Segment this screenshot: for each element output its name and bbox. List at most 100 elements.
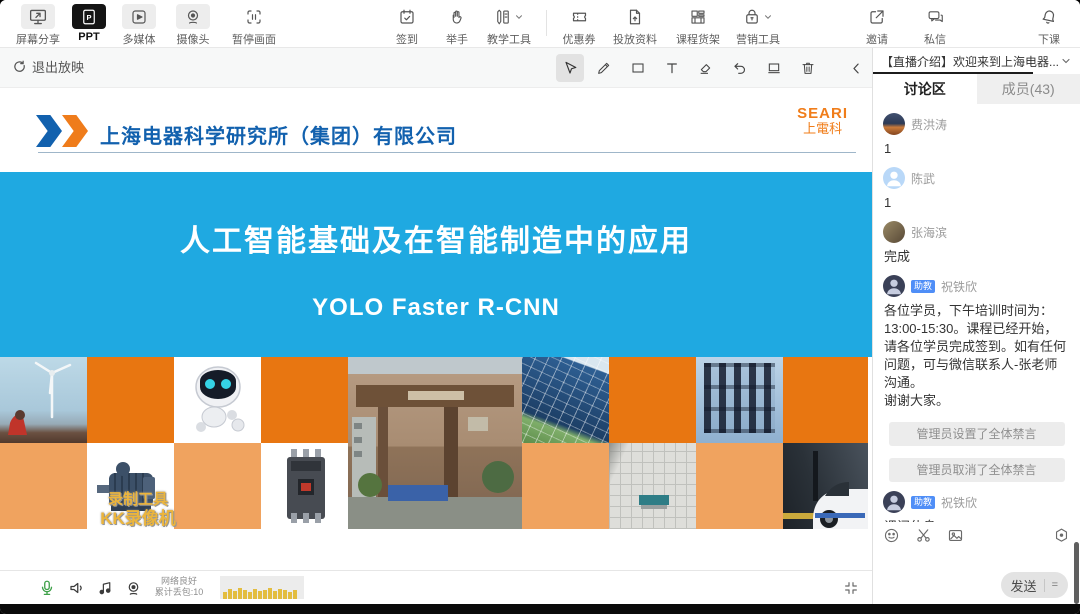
assistant-badge: 助教 <box>911 280 935 293</box>
dark-orange-tile <box>609 357 696 443</box>
header-divider <box>38 152 856 153</box>
message-list[interactable]: 费洪涛 1 陈武 1 张海滨 完成 助教祝铁欣 各位学员，下午培训时间为：13:… <box>873 104 1080 522</box>
coupon-button[interactable]: 优惠券 <box>562 4 596 47</box>
pause-frame-icon <box>245 8 263 26</box>
private-message-icon <box>926 8 945 26</box>
solar-panel-photo <box>522 357 609 443</box>
webcam-icon <box>184 8 202 26</box>
music-button[interactable] <box>94 577 116 599</box>
system-message: 管理员取消了全体禁言 <box>889 458 1065 482</box>
dark-orange-tile <box>87 357 174 443</box>
multimedia-button[interactable]: 多媒体 <box>122 4 156 47</box>
distribute-materials-button[interactable]: 投放资料 <box>613 4 657 47</box>
collapse-view-button[interactable] <box>840 577 862 599</box>
assistant-badge: 助教 <box>911 496 935 509</box>
coupon-ticket-icon <box>570 8 589 26</box>
avatar <box>883 221 905 243</box>
media-play-icon <box>130 8 148 26</box>
dark-orange-tile <box>261 357 348 443</box>
send-button[interactable]: 发送 = <box>1001 572 1068 598</box>
document-upload-icon <box>626 8 644 26</box>
circuit-breaker-photo <box>261 443 348 529</box>
course-shelf-button[interactable]: 课程货架 <box>676 4 720 47</box>
chat-message: 费洪涛 1 <box>883 113 1070 158</box>
sidebar-tabs: 讨论区 成员(43) <box>873 74 1080 104</box>
clear-trash-tool[interactable] <box>794 54 822 82</box>
cabinet-components <box>704 363 775 433</box>
avatar <box>883 167 905 189</box>
private-message-button[interactable]: 私信 <box>918 4 952 47</box>
image-button[interactable] <box>947 527 964 544</box>
pen-notebook-icon <box>494 8 512 26</box>
raise-hand-button[interactable]: 举手 <box>440 4 474 47</box>
emoji-button[interactable] <box>883 527 900 544</box>
light-orange-tile <box>522 443 609 529</box>
svg-text:P: P <box>86 13 91 22</box>
exit-projection-icon <box>12 59 27 74</box>
chat-message: 张海滨 完成 <box>883 221 1070 266</box>
cursor-tool[interactable] <box>556 54 584 82</box>
status-bar: 网络良好 累计丢包:10 <box>0 570 872 604</box>
microphone-button[interactable] <box>36 577 58 599</box>
sidebar-scrollbar[interactable] <box>1074 542 1079 604</box>
light-orange-tile <box>0 443 87 529</box>
avatar <box>883 275 905 297</box>
board-tool[interactable] <box>760 54 788 82</box>
dark-orange-tile <box>783 357 868 443</box>
chat-message: 陈武 1 <box>883 167 1070 212</box>
seari-logo: SEARI 上電科 <box>797 106 848 136</box>
pen-tool[interactable] <box>590 54 618 82</box>
cut-screenshot-button[interactable] <box>915 527 932 544</box>
course-shelf-icon <box>689 8 707 26</box>
undo-tool[interactable] <box>726 54 754 82</box>
title-banner: 人工智能基础及在智能制造中的应用 YOLO Faster R-CNN <box>0 172 872 357</box>
marketing-tools-button[interactable]: 营销工具 <box>736 4 780 47</box>
eraser-tool[interactable] <box>692 54 720 82</box>
network-status: 网络良好 累计丢包:10 <box>140 576 218 598</box>
presentation-bar: 退出放映 <box>0 48 872 88</box>
annotation-toolbar <box>556 54 904 82</box>
text-tool[interactable] <box>658 54 686 82</box>
teaching-tools-button[interactable]: 教学工具 <box>487 4 531 47</box>
live-room-title-bar[interactable]: 【直播介绍】欢迎来到上海电器... <box>873 48 1080 74</box>
chat-settings-button[interactable] <box>1053 527 1070 544</box>
sign-in-button[interactable]: 签到 <box>390 4 424 47</box>
system-message: 管理员设置了全体禁言 <box>889 422 1065 446</box>
calendar-check-icon <box>398 8 416 26</box>
robot-photo <box>174 357 261 443</box>
message-input[interactable]: 发送 = <box>873 548 1080 604</box>
avatar <box>883 491 905 513</box>
brand-chevron-blue-icon <box>36 115 62 147</box>
invite-external-icon <box>868 8 886 26</box>
end-class-button[interactable]: 下课 <box>1032 4 1066 47</box>
chat-input-toolbar <box>873 522 1080 548</box>
top-toolbar: 屏幕分享 P PPT 多媒体 摄像头 暂停画面 <box>0 0 1080 48</box>
send-options-toggle[interactable]: = <box>1052 579 1058 591</box>
electrical-cabinet-photo <box>696 357 783 443</box>
exit-slideshow-button[interactable]: 退出放映 <box>12 57 84 76</box>
tab-members[interactable]: 成员(43) <box>977 74 1080 104</box>
chevron-down-icon <box>514 12 524 22</box>
slide-subtitle: YOLO Faster R-CNN <box>0 294 872 322</box>
screen-share-button[interactable]: 屏幕分享 <box>16 4 60 47</box>
chevron-down-icon[interactable] <box>1060 55 1072 67</box>
chat-message: 助教祝铁欣 课间休息：14:12-14:22 <box>883 491 1070 522</box>
toolbar-divider <box>546 10 547 36</box>
rectangle-tool[interactable] <box>624 54 652 82</box>
pause-frame-button[interactable]: 暂停画面 <box>232 4 276 47</box>
previous-slide-button[interactable] <box>842 54 870 82</box>
invite-button[interactable]: 邀请 <box>860 4 894 47</box>
ppt-button[interactable]: P PPT <box>72 4 106 43</box>
speaker-button[interactable] <box>66 577 88 599</box>
raise-hand-icon <box>448 8 466 26</box>
ppt-document-icon: P <box>80 8 98 26</box>
slide-title: 人工智能基础及在智能制造中的应用 <box>0 216 872 260</box>
wind-turbine-photo <box>0 357 87 443</box>
tab-discussion[interactable]: 讨论区 <box>873 74 977 104</box>
marketing-bag-icon <box>743 8 761 26</box>
chevron-down-icon <box>763 12 773 22</box>
app-window: 屏幕分享 P PPT 多媒体 摄像头 暂停画面 <box>0 0 1080 614</box>
company-name: 上海电器科学研究所（集团）有限公司 <box>100 120 457 149</box>
active-tab-indicator <box>873 72 1033 74</box>
camera-button[interactable]: 摄像头 <box>176 4 210 47</box>
